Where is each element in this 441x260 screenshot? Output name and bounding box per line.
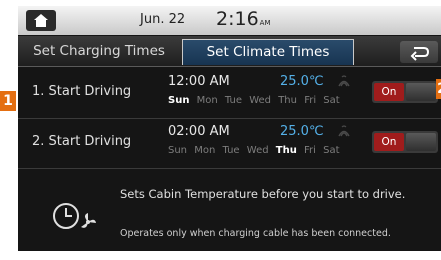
schedule-time: 02:00 AM <box>168 124 230 139</box>
toggle-on-label: On <box>374 133 404 151</box>
schedule-on-off-toggle[interactable]: On <box>372 81 438 103</box>
home-button[interactable] <box>26 10 56 31</box>
weekday-list: Sun Mon Tue Wed Thu Fri Sat <box>168 145 344 156</box>
day-wed: Wed <box>246 145 269 156</box>
time-ampm: AM <box>259 19 271 27</box>
callout-marker-2: 2 <box>436 79 441 99</box>
day-wed: Wed <box>249 95 272 106</box>
tab-bar: Set Charging Times Set Climate Times <box>18 36 441 67</box>
back-button[interactable] <box>400 41 438 63</box>
day-fri: Fri <box>304 145 316 156</box>
time-display: 2:16AM <box>216 8 271 30</box>
day-sat: Sat <box>323 145 340 156</box>
schedule-time: 12:00 AM <box>168 74 230 89</box>
time-value: 2:16 <box>216 8 259 30</box>
tab-set-climate-times[interactable]: Set Climate Times <box>182 39 354 65</box>
toggle-knob <box>406 133 436 151</box>
callout-marker-1: 1 <box>0 91 16 111</box>
toggle-knob <box>406 83 436 101</box>
target-temperature: 25.0℃ <box>280 74 324 89</box>
schedule-on-off-toggle[interactable]: On <box>372 131 438 153</box>
day-tue: Tue <box>222 145 240 156</box>
home-icon <box>34 14 48 27</box>
status-bar: Jun. 22 2:16AM <box>18 6 441 35</box>
row-label: 2. Start Driving <box>32 134 132 149</box>
target-temperature: 25.0℃ <box>280 124 324 139</box>
climate-schedule-row-1[interactable]: 1. Start Driving 12:00 AM 25.0℃ Sun Mon … <box>18 68 441 119</box>
climate-schedule-row-2[interactable]: 2. Start Driving 02:00 AM 25.0℃ Sun Mon … <box>18 118 441 169</box>
day-fri: Fri <box>304 95 317 106</box>
info-description: Sets Cabin Temperature before you start … <box>120 187 406 201</box>
tab-set-charging-times[interactable]: Set Charging Times <box>24 39 174 64</box>
day-thu: Thu <box>275 145 297 156</box>
info-note: Operates only when charging cable has be… <box>120 228 391 239</box>
weekday-list: Sun Mon Tue Wed Thu Fri Sat <box>168 95 344 106</box>
back-arrow-icon <box>410 47 430 61</box>
climate-fan-icon <box>338 125 350 137</box>
day-sun: Sun <box>168 145 188 156</box>
date-display: Jun. 22 <box>140 12 186 27</box>
day-sun: Sun <box>168 95 190 106</box>
day-tue: Tue <box>224 95 243 106</box>
row-label: 1. Start Driving <box>32 84 132 99</box>
head-unit-screen: Jun. 22 2:16AM Set Charging Times Set Cl… <box>18 6 441 251</box>
day-mon: Mon <box>194 145 216 156</box>
toggle-on-label: On <box>374 83 404 101</box>
climate-fan-icon <box>338 75 350 87</box>
day-thu: Thu <box>278 95 297 106</box>
clock-fan-icon <box>53 203 96 229</box>
day-mon: Mon <box>196 95 218 106</box>
day-sat: Sat <box>323 95 340 106</box>
